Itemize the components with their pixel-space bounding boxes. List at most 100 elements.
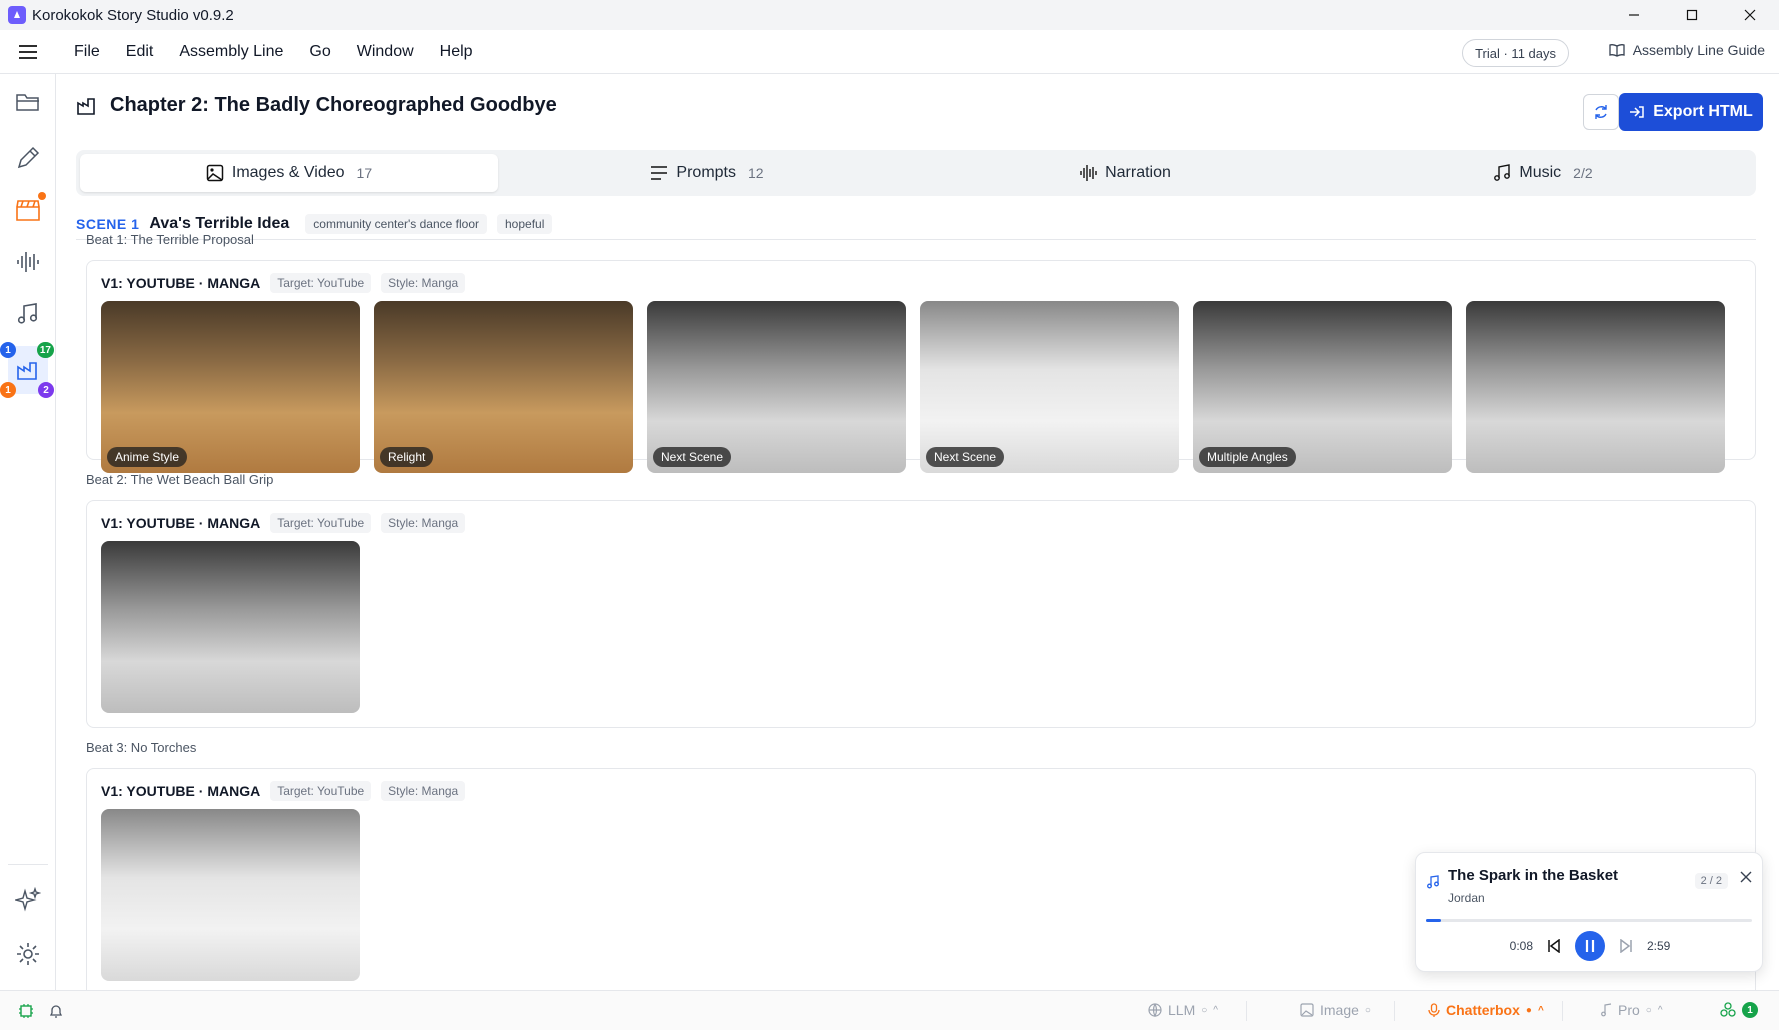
scene-title: Ava's Terrible Idea <box>149 214 290 232</box>
progress-track[interactable] <box>1426 919 1752 922</box>
tab-music[interactable]: Music 2/2 <box>1334 154 1752 192</box>
badge-top-left: 1 <box>0 342 16 358</box>
chevron-up-icon: ^ <box>1657 1004 1663 1016</box>
sidebar-divider <box>8 864 48 865</box>
status-chatterbox[interactable]: Chatterbox ● ^ <box>1428 1002 1544 1018</box>
previous-track-icon[interactable] <box>1547 939 1561 953</box>
sidebar-music-button[interactable] <box>8 294 48 334</box>
menu-bar: File Edit Assembly Line Go Window Help T… <box>0 30 1779 74</box>
menu-go[interactable]: Go <box>309 43 330 61</box>
title-bar: Korokokok Story Studio v0.9.2 <box>0 0 1779 30</box>
thumbnail-label: Multiple Angles <box>1199 447 1296 467</box>
chevron-up-icon: ^ <box>1537 1004 1544 1016</box>
pause-button[interactable] <box>1575 931 1605 961</box>
thumbnail-image[interactable] <box>1466 301 1725 473</box>
globe-icon <box>1148 1003 1162 1017</box>
beat-card: V1: YOUTUBE · MANGA Target: YouTube Styl… <box>86 500 1756 728</box>
menu-assembly-line[interactable]: Assembly Line <box>179 43 283 61</box>
thumbnail-label: Next Scene <box>653 447 732 467</box>
song-title: The Spark in the Basket <box>1448 867 1619 884</box>
guide-label: Assembly Line Guide <box>1632 42 1765 58</box>
thumbnail-row: Anime Style Relight Next Scene Next Scen… <box>101 301 1725 473</box>
tab-bar: Images & Video 17 Prompts 12 Narration M… <box>76 150 1756 196</box>
sidebar-audio-button[interactable] <box>8 242 48 282</box>
cluster-icon <box>1720 1002 1736 1017</box>
badge-bottom-right: 2 <box>38 382 54 398</box>
beat-label: Beat 1: The Terrible Proposal <box>86 232 254 247</box>
hamburger-menu-button[interactable] <box>0 30 56 74</box>
thumbnail-image[interactable] <box>101 541 360 713</box>
sidebar-settings-button[interactable] <box>8 934 48 974</box>
status-llm[interactable]: LLM ○ ^ <box>1148 1002 1218 1018</box>
music-note-icon <box>1494 164 1511 181</box>
chip-icon[interactable] <box>18 1003 34 1019</box>
waveform-icon <box>1080 165 1097 181</box>
tab-count: 17 <box>356 165 373 181</box>
image-icon <box>206 164 224 182</box>
sidebar-projects-button[interactable] <box>8 82 48 122</box>
chevron-up-icon: ^ <box>1213 1004 1218 1016</box>
menu-edit[interactable]: Edit <box>126 43 154 61</box>
style-tag: Style: Manga <box>381 513 466 533</box>
playlist-position: 2 / 2 <box>1694 873 1728 889</box>
tab-narration[interactable]: Narration <box>916 154 1334 192</box>
status-dot: ○ <box>1201 1004 1208 1016</box>
thumbnail-label: Relight <box>380 447 434 467</box>
close-player-icon[interactable] <box>1740 871 1752 883</box>
tab-images-video[interactable]: Images & Video 17 <box>80 154 498 192</box>
book-icon <box>1609 44 1625 57</box>
status-dot: ○ <box>1364 1004 1371 1016</box>
thumbnail-image[interactable]: Next Scene <box>920 301 1179 473</box>
export-label: Export HTML <box>1653 103 1753 120</box>
thumbnail-label: Anime Style <box>107 447 188 467</box>
menu-window[interactable]: Window <box>357 43 414 61</box>
thumbnail-image[interactable]: Next Scene <box>647 301 906 473</box>
card-header: V1: YOUTUBE · MANGA Target: YouTube Styl… <box>101 513 466 533</box>
clapperboard-icon <box>16 200 40 221</box>
player-controls: 0:08 2:59 <box>1416 931 1764 961</box>
folder-icon <box>16 94 39 111</box>
thumbnail-image[interactable]: Relight <box>374 301 633 473</box>
microphone-icon <box>1428 1003 1440 1017</box>
thumbnail-image[interactable] <box>101 809 360 981</box>
sidebar-assembly-line-button[interactable]: 1 17 1 2 <box>0 342 54 398</box>
tab-prompts[interactable]: Prompts 12 <box>498 154 916 192</box>
close-window-button[interactable] <box>1721 0 1779 30</box>
tab-label: Prompts <box>676 164 736 181</box>
tab-label: Images & Video <box>231 164 345 181</box>
sidebar-ai-button[interactable] <box>8 880 48 920</box>
sidebar-write-button[interactable] <box>8 138 48 178</box>
menu-file[interactable]: File <box>74 43 100 61</box>
window-title: Korokokok Story Studio v0.9.2 <box>32 6 234 24</box>
maximize-button[interactable] <box>1663 0 1721 30</box>
status-image-label: Image <box>1320 1002 1359 1018</box>
style-tag: Style: Manga <box>381 781 466 801</box>
scenes-alert-dot <box>38 192 46 200</box>
factory-icon <box>17 362 37 380</box>
menu-help[interactable]: Help <box>440 43 473 61</box>
text-lines-icon <box>651 166 668 180</box>
total-duration: 2:59 <box>1647 939 1671 953</box>
export-html-button[interactable]: Export HTML <box>1619 93 1763 131</box>
status-indicator[interactable]: 1 <box>1720 1002 1758 1018</box>
thumbnail-row <box>101 809 360 981</box>
elapsed-time: 0:08 <box>1509 939 1533 953</box>
minimize-button[interactable] <box>1605 0 1663 30</box>
tab-label: Music <box>1519 164 1562 181</box>
status-llm-label: LLM <box>1168 1002 1196 1018</box>
trial-badge[interactable]: Trial · 11 days <box>1462 39 1569 67</box>
thumbnail-image[interactable]: Anime Style <box>101 301 360 473</box>
scene-location-pill: community center's dance floor <box>305 213 487 234</box>
thumbnail-row <box>101 541 360 713</box>
assembly-line-guide-link[interactable]: Assembly Line Guide <box>1609 42 1765 58</box>
refresh-button[interactable] <box>1583 94 1619 130</box>
tab-count: 2/2 <box>1573 165 1593 181</box>
scene-mood-pill: hopeful <box>497 213 553 234</box>
sidebar-scenes-button[interactable] <box>8 190 48 230</box>
status-pro[interactable]: Pro ○ ^ <box>1600 1002 1663 1018</box>
bell-icon[interactable] <box>48 1003 64 1019</box>
thumbnail-image[interactable]: Multiple Angles <box>1193 301 1452 473</box>
status-image[interactable]: Image ○ <box>1300 1002 1371 1018</box>
badge-bottom-left: 1 <box>0 382 16 398</box>
next-track-icon[interactable] <box>1619 939 1633 953</box>
